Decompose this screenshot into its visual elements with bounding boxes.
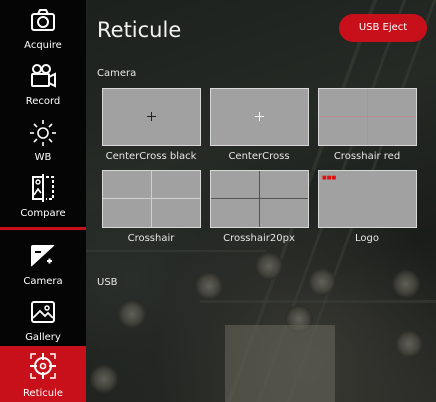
- sidebar-item-wb[interactable]: WB: [0, 112, 86, 166]
- reticule-label: CenterCross black: [105, 151, 197, 162]
- reticule-label: Logo: [355, 233, 379, 244]
- reticule-tile-crosshair-red[interactable]: [318, 88, 417, 146]
- sidebar-item-label: Record: [25, 96, 61, 107]
- reticule-tile-crosshair20px[interactable]: [210, 170, 309, 228]
- camera-icon: [31, 9, 55, 31]
- reticule-tile-centercross-black[interactable]: [102, 88, 201, 146]
- sidebar-item-gallery[interactable]: Gallery: [0, 292, 86, 346]
- sidebar-item-compare[interactable]: Compare: [0, 168, 86, 222]
- crosshair-icon: [30, 353, 56, 379]
- compare-image-icon: [32, 174, 54, 202]
- page-title: Reticule: [97, 18, 182, 42]
- reticule-tile-logo[interactable]: ■■■: [318, 170, 417, 228]
- reticule-label: CenterCross: [228, 151, 290, 162]
- sidebar-item-label: Camera: [23, 276, 63, 287]
- sidebar-item-reticule[interactable]: Reticule: [0, 346, 86, 402]
- logo-mark-icon: ■■■: [322, 175, 337, 181]
- reticule-tile-crosshair[interactable]: [102, 170, 201, 228]
- sidebar-divider: [0, 227, 86, 230]
- gallery-image-icon: [31, 301, 55, 323]
- reticule-tile-centercross[interactable]: [210, 88, 309, 146]
- sidebar-item-label: Acquire: [24, 40, 62, 51]
- sidebar-item-record[interactable]: Record: [0, 56, 86, 110]
- sun-icon: [30, 120, 56, 146]
- section-title-usb: USB: [97, 277, 118, 288]
- sidebar-item-label: WB: [34, 152, 52, 163]
- sidebar: Acquire Record WB Compare Camera Gallery…: [0, 0, 86, 402]
- exposure-icon: [31, 245, 55, 267]
- sidebar-item-acquire[interactable]: Acquire: [0, 0, 86, 54]
- sidebar-item-label: Compare: [20, 208, 66, 219]
- reticule-label: Crosshair red: [333, 151, 401, 162]
- section-title-camera: Camera: [97, 68, 137, 79]
- sidebar-item-label: Reticule: [22, 388, 64, 399]
- usb-eject-button[interactable]: USB Eject: [339, 14, 427, 42]
- video-camera-icon: [31, 64, 56, 88]
- sidebar-item-label: Gallery: [25, 332, 61, 343]
- reticule-label: Crosshair: [127, 233, 175, 244]
- reticule-label: Crosshair20px: [223, 233, 295, 244]
- sidebar-item-camera[interactable]: Camera: [0, 236, 86, 290]
